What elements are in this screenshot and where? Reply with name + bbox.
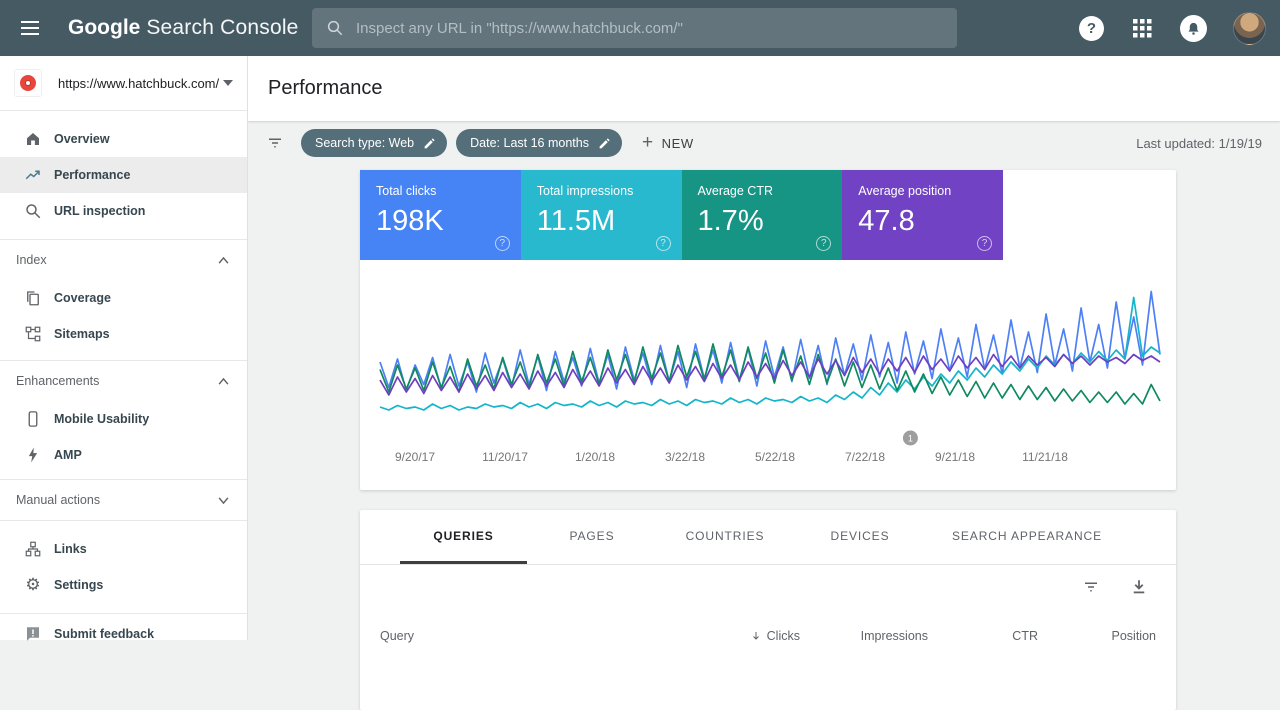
tab-countries[interactable]: COUNTRIES [657, 510, 793, 564]
metric-cards: Total clicks 198K ? Total impressions 11… [360, 170, 1176, 260]
caret-down-icon [223, 80, 233, 86]
search-icon [326, 19, 344, 37]
links-tree-icon [24, 540, 42, 558]
new-filter-button[interactable]: + NEW [642, 134, 694, 152]
average-position-card[interactable]: Average position 47.8 ? [842, 170, 1003, 260]
performance-chart-panel: Total clicks 198K ? Total impressions 11… [360, 170, 1176, 490]
plus-icon: + [642, 134, 654, 152]
tab-search-appearance[interactable]: SEARCH APPEARANCE [927, 510, 1127, 564]
column-position[interactable]: Position [1038, 629, 1156, 643]
total-impressions-card[interactable]: Total impressions 11.5M ? [521, 170, 682, 260]
section-manual-actions[interactable]: Manual actions [0, 480, 247, 520]
search-type-filter-chip[interactable]: Search type: Web [301, 129, 447, 157]
table-header-row: Query Clicks Impressions CTR Position [360, 629, 1176, 643]
sidebar-item-settings[interactable]: ⚙ Settings [0, 567, 247, 603]
sidebar-item-performance[interactable]: Performance [0, 157, 247, 193]
gear-icon: ⚙ [24, 576, 42, 594]
pencil-icon [423, 137, 436, 150]
column-clicks[interactable]: Clicks [660, 629, 800, 643]
performance-chart-svg[interactable]: 9/20/17 11/20/17 1/20/18 3/22/18 5/22/18 7/22… [360, 260, 1176, 490]
download-icon[interactable] [1130, 578, 1148, 596]
chevron-up-icon [218, 378, 229, 385]
sidebar-item-overview[interactable]: Overview [0, 121, 247, 157]
logo-google: Google [68, 16, 140, 39]
dimension-tabs: QUERIES PAGES COUNTRIES DEVICES SEARCH A… [360, 510, 1176, 565]
help-circle-icon[interactable]: ? [656, 236, 671, 251]
property-selector[interactable]: https://www.hatchbuck.com/ [0, 56, 247, 110]
filter-list-icon[interactable] [266, 134, 284, 152]
search-input[interactable] [356, 20, 943, 37]
column-query[interactable]: Query [380, 629, 660, 643]
x-axis-tick-label: 7/22/18 [845, 450, 885, 464]
lightning-bolt-icon [24, 446, 42, 464]
section-index[interactable]: Index [0, 240, 247, 280]
sidebar-item-amp[interactable]: AMP [0, 437, 247, 473]
tab-devices[interactable]: DEVICES [793, 510, 927, 564]
notifications-button[interactable] [1180, 15, 1207, 42]
phone-icon [24, 410, 42, 428]
sitemap-tree-icon [24, 325, 42, 343]
help-button[interactable]: ? [1079, 16, 1104, 41]
page-title: Performance [268, 77, 383, 100]
property-url: https://www.hatchbuck.com/ [58, 76, 223, 91]
table-filter-icon[interactable] [1082, 578, 1100, 596]
logo-search-console: Search Console [146, 16, 298, 39]
x-axis-tick-label: 9/20/17 [395, 450, 435, 464]
date-filter-chip[interactable]: Date: Last 16 months [456, 129, 622, 157]
dimensions-table-panel: QUERIES PAGES COUNTRIES DEVICES SEARCH A… [360, 510, 1176, 710]
column-impressions[interactable]: Impressions [800, 629, 928, 643]
apps-grid-icon[interactable] [1130, 16, 1154, 40]
coverage-pages-icon [24, 289, 42, 307]
section-enhancements[interactable]: Enhancements [0, 361, 247, 401]
sidebar-item-submit-feedback[interactable]: Submit feedback [0, 616, 247, 652]
help-icon: ? [1087, 20, 1096, 37]
app-logo: Google Search Console [68, 16, 299, 40]
page-header: Performance [248, 56, 1280, 121]
x-axis-tick-label: 9/21/18 [935, 450, 975, 464]
average-ctr-card[interactable]: Average CTR 1.7% ? [682, 170, 843, 260]
pencil-icon [598, 137, 611, 150]
sidebar-item-sitemaps[interactable]: Sitemaps [0, 316, 247, 352]
x-axis-tick-label: 11/20/17 [482, 450, 528, 464]
sidebar-item-url-inspection[interactable]: URL inspection [0, 193, 247, 229]
bell-icon [1186, 21, 1201, 36]
home-icon [24, 130, 42, 148]
last-updated-label: Last updated: 1/19/19 [1136, 136, 1262, 151]
user-avatar[interactable] [1233, 12, 1266, 45]
x-axis-tick-label: 3/22/18 [665, 450, 705, 464]
help-circle-icon[interactable]: ? [977, 236, 992, 251]
filter-bar: Search type: Web Date: Last 16 months + … [248, 121, 1280, 165]
menu-icon[interactable] [18, 16, 42, 40]
tab-queries[interactable]: QUERIES [400, 510, 527, 564]
annotation-marker-label: 1 [908, 434, 913, 444]
sidebar-item-links[interactable]: Links [0, 531, 247, 567]
sidebar: https://www.hatchbuck.com/ Overview Perf… [0, 56, 248, 640]
sidebar-item-mobile-usability[interactable]: Mobile Usability [0, 401, 247, 437]
property-favicon-icon [14, 69, 42, 97]
search-icon [24, 202, 42, 220]
trending-up-icon [24, 166, 42, 184]
total-clicks-card[interactable]: Total clicks 198K ? [360, 170, 521, 260]
chevron-up-icon [218, 257, 229, 264]
feedback-icon [24, 625, 42, 643]
table-toolbar [360, 565, 1176, 609]
x-axis-tick-label: 1/20/18 [575, 450, 615, 464]
url-inspect-searchbox[interactable] [312, 8, 957, 48]
divider [0, 613, 247, 614]
main-content: Performance Search type: Web Date: Last … [248, 56, 1280, 640]
x-axis-tick-label: 5/22/18 [755, 450, 795, 464]
app-header: Google Search Console ? [0, 0, 1280, 56]
column-ctr[interactable]: CTR [928, 629, 1038, 643]
help-circle-icon[interactable]: ? [816, 236, 831, 251]
sort-descending-icon [750, 630, 762, 642]
x-axis-tick-label: 11/21/18 [1022, 450, 1068, 464]
header-actions: ? [1079, 0, 1266, 56]
chevron-down-icon [218, 497, 229, 504]
tab-pages[interactable]: PAGES [527, 510, 657, 564]
help-circle-icon[interactable]: ? [495, 236, 510, 251]
sidebar-item-coverage[interactable]: Coverage [0, 280, 247, 316]
